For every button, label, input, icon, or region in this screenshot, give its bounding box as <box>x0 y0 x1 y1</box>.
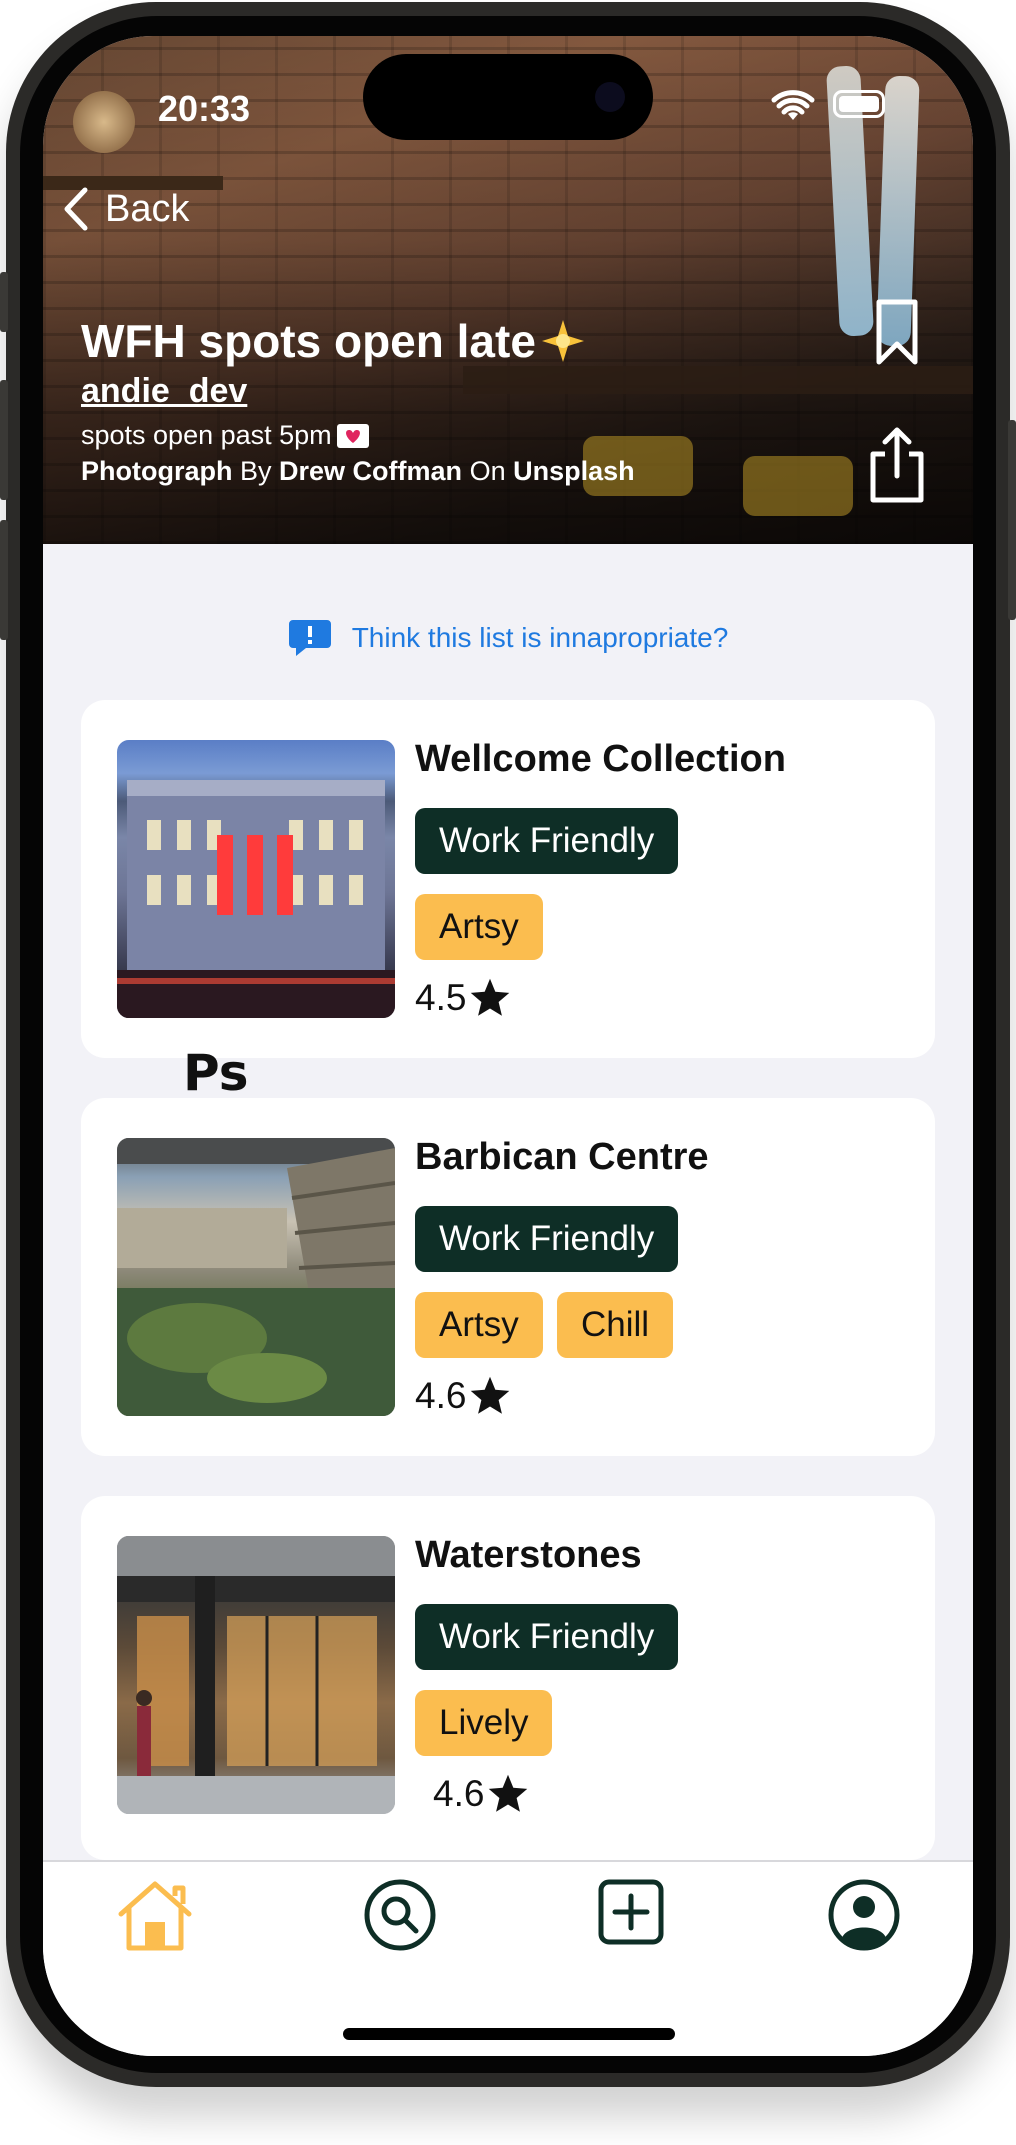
love-letter-icon <box>336 423 369 448</box>
building-illustration <box>117 780 395 1018</box>
place-name: Waterstones <box>415 1534 642 1576</box>
tag-chill[interactable]: Chill <box>557 1292 674 1358</box>
list-title-row: WFH spots open late <box>81 314 586 368</box>
tag-artsy[interactable]: Artsy <box>415 1292 543 1358</box>
bookmark-icon[interactable] <box>875 298 919 368</box>
report-label: Think this list is innapropriate? <box>351 622 729 653</box>
place-card[interactable]: Wellcome Collection Work Friendly Artsy … <box>81 700 935 1058</box>
ps-overlay-text: Ps <box>183 1044 249 1102</box>
place-rating: 4.6 <box>433 1772 530 1816</box>
credit-by: By <box>240 456 272 486</box>
star-icon <box>471 978 510 1016</box>
credit-source[interactable]: Unsplash <box>513 456 635 486</box>
tag-work-friendly[interactable]: Work Friendly <box>415 1604 679 1670</box>
wifi-icon <box>771 90 815 120</box>
profile-icon[interactable] <box>827 1878 901 1952</box>
author-link[interactable]: andie_dev <box>81 372 247 411</box>
camera <box>595 82 625 112</box>
place-card[interactable]: Waterstones Work Friendly Lively 4.6 <box>81 1496 935 1860</box>
dynamic-island <box>363 54 653 140</box>
credit-on: On <box>469 456 506 486</box>
place-rating: 4.5 <box>415 976 512 1020</box>
place-photo <box>117 1536 395 1814</box>
hero-lamp <box>73 91 135 153</box>
list-description: spots open past 5pm <box>81 420 332 450</box>
rating-value: 4.6 <box>433 1773 485 1814</box>
credit-photographer[interactable]: Drew Coffman <box>279 456 462 486</box>
hero-chair <box>743 456 853 516</box>
add-icon[interactable] <box>597 1878 665 1946</box>
hero-image: 20:33 Back WFH spots open late andie_dev… <box>43 36 973 544</box>
place-name: Barbican Centre <box>415 1136 709 1178</box>
list-title: WFH spots open late <box>81 315 536 367</box>
silent-switch <box>0 272 8 332</box>
place-photo <box>117 1138 395 1416</box>
search-icon[interactable] <box>363 1878 437 1952</box>
volume-down-button <box>0 520 8 640</box>
battery-icon <box>833 90 885 118</box>
share-icon[interactable] <box>867 426 927 504</box>
sparkle-icon <box>541 320 584 362</box>
photo-credit: Photograph By Drew Coffman On Unsplash <box>81 456 635 487</box>
tag-work-friendly[interactable]: Work Friendly <box>415 808 679 874</box>
rating-value: 4.6 <box>415 1375 467 1416</box>
power-button <box>1008 420 1016 620</box>
rating-value: 4.5 <box>415 977 467 1018</box>
tag-work-friendly[interactable]: Work Friendly <box>415 1206 679 1272</box>
place-photo <box>117 740 395 1018</box>
hero-table <box>463 366 973 394</box>
place-card[interactable]: Barbican Centre Work Friendly Artsy Chil… <box>81 1098 935 1456</box>
report-link[interactable]: Think this list is innapropriate? <box>43 618 973 658</box>
place-rating: 4.6 <box>415 1374 512 1418</box>
chevron-left-icon <box>64 187 88 231</box>
barbican-illustration <box>117 1138 395 1416</box>
tag-artsy[interactable]: Artsy <box>415 894 543 960</box>
place-name: Wellcome Collection <box>415 738 786 780</box>
volume-up-button <box>0 380 8 500</box>
screen: 20:33 Back WFH spots open late andie_dev… <box>43 36 973 2056</box>
tab-bar <box>43 1860 973 2056</box>
star-icon <box>489 1774 528 1812</box>
credit-prefix: Photograph <box>81 456 233 486</box>
back-label: Back <box>105 187 190 230</box>
list-description-row: spots open past 5pm <box>81 420 370 451</box>
star-icon <box>471 1376 510 1414</box>
shopfront-illustration <box>117 1536 395 1814</box>
back-button[interactable]: Back <box>61 186 189 232</box>
tag-lively[interactable]: Lively <box>415 1690 553 1756</box>
home-indicator[interactable] <box>343 2028 675 2040</box>
home-icon[interactable] <box>115 1878 195 1954</box>
report-icon <box>288 620 331 656</box>
status-time: 20:33 <box>158 88 251 129</box>
